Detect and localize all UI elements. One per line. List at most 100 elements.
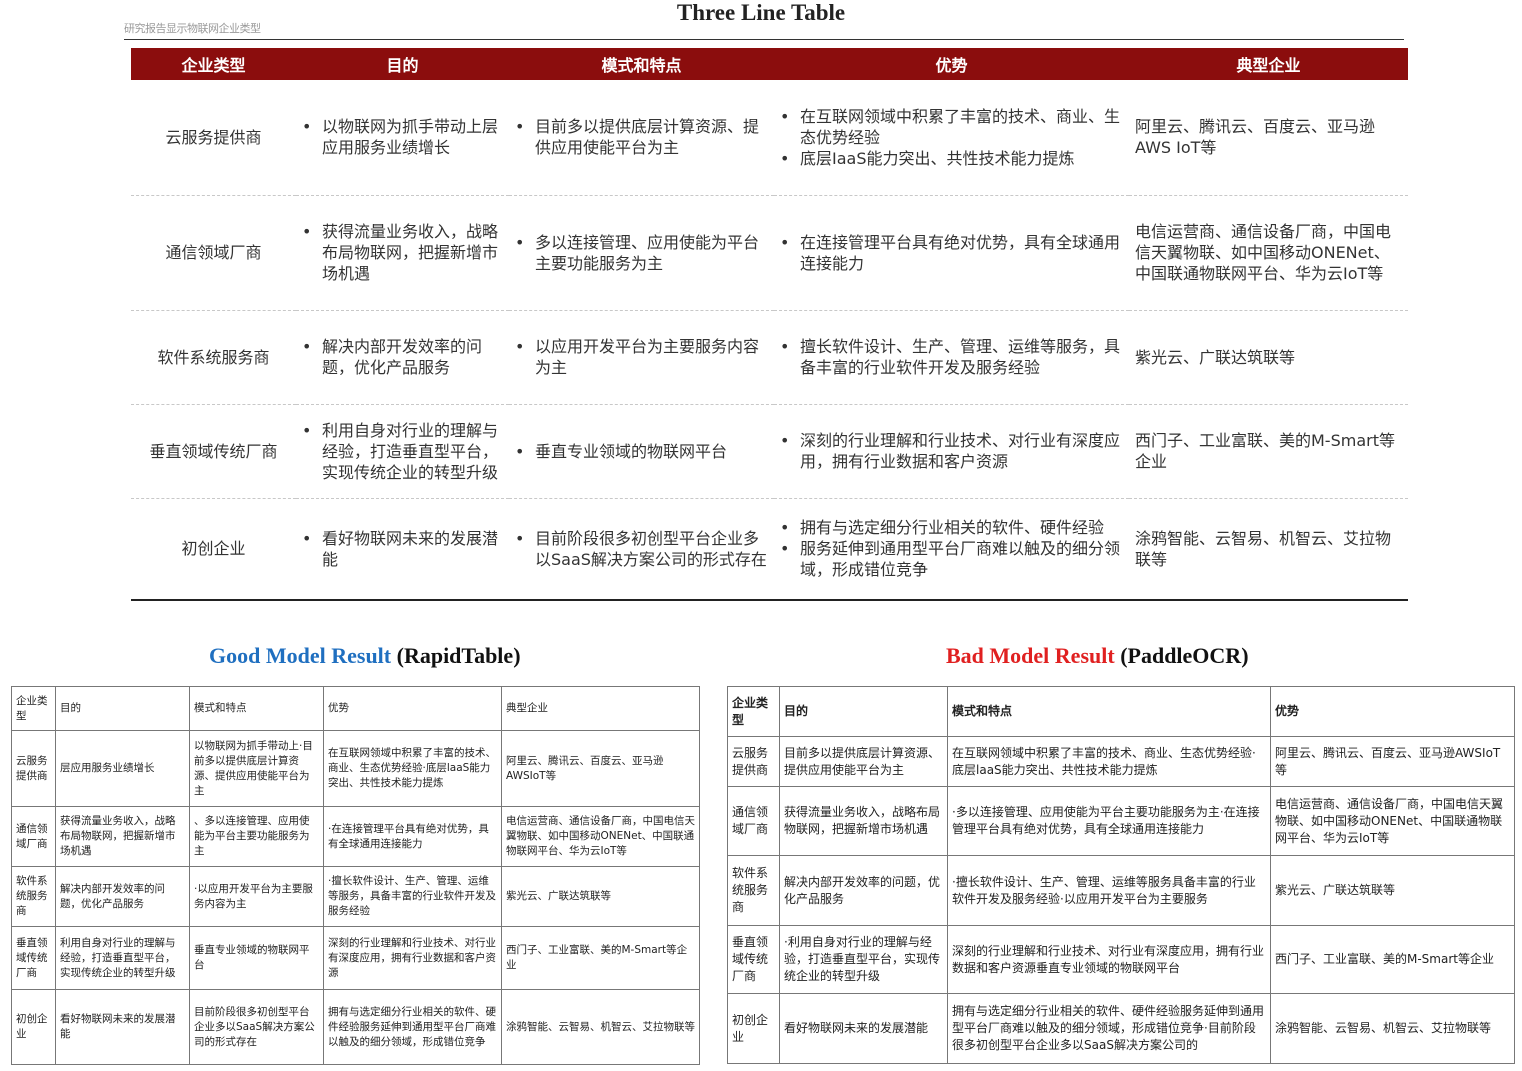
source-caption-cropped: 研究报告显示物联网企业类型 xyxy=(124,22,261,35)
type-cell: 云服务提供商 xyxy=(131,80,296,196)
header-advantage: 优势 xyxy=(774,48,1129,80)
bad-result-label: Bad Model Result xyxy=(946,643,1115,668)
type-cell: 初创企业 xyxy=(131,498,296,601)
table-cell: 西门子、工业富联、美的M-Smart等企业 xyxy=(501,926,700,990)
table-row: 通信领域厂商 获得流量业务收入，战略布局物联网，把握新增市场机遇 、多以连接管理… xyxy=(11,806,700,867)
bad-result-title: Bad Model Result (PaddleOCR) xyxy=(946,643,1249,669)
table-cell: 初创企业 xyxy=(727,993,780,1064)
bullet-item: 擅长软件设计、生产、管理、运维等服务，具备丰富的行业软件开发及服务经验 xyxy=(780,336,1123,378)
source-row-cloud: 云服务提供商 以物联网为抓手带动上层应用服务业绩增长 目前多以提供底层计算资源、… xyxy=(131,80,1408,196)
table-cell: ·以应用开发平台为主要服务内容为主 xyxy=(189,866,324,927)
source-row-startup: 初创企业 看好物联网未来的发展潜能 目前阶段很多初创型平台企业多以SaaS解决方… xyxy=(131,498,1408,601)
purpose-cell: 利用自身对行业的理解与经验，打造垂直型平台，实现传统企业的转型升级 xyxy=(296,404,509,499)
table-header-cell: 目的 xyxy=(779,686,948,737)
source-three-line-table: 企业类型 目的 模式和特点 优势 典型企业 云服务提供商 以物联网为抓手带动上层… xyxy=(131,48,1408,601)
good-result-model: (RapidTable) xyxy=(396,643,521,668)
bullet-item: 看好物联网未来的发展潜能 xyxy=(302,528,503,570)
table-cell: 获得流量业务收入，战略布局物联网，把握新增市场机遇 xyxy=(779,786,948,856)
table-cell: 层应用服务业绩增长 xyxy=(55,730,190,807)
bad-result-table: 企业类型 目的 模式和特点 优势 云服务提供商 目前多以提供底层计算资源、提供应… xyxy=(727,686,1515,1064)
table-header-cell: 模式和特点 xyxy=(947,686,1271,737)
table-row: 软件系统服务商 解决内部开发效率的问题，优化产品服务 ·以应用开发平台为主要服务… xyxy=(11,866,700,927)
table-cell: 阿里云、腾讯云、百度云、亚马逊AWSIoT等 xyxy=(1270,736,1515,787)
bullet-item: 目前阶段很多初创型平台企业多以SaaS解决方案公司的形式存在 xyxy=(515,528,768,570)
companies-cell: 阿里云、腾讯云、百度云、亚马逊AWS IoT等 xyxy=(1129,80,1408,196)
source-row-vertical: 垂直领域传统厂商 利用自身对行业的理解与经验，打造垂直型平台，实现传统企业的转型… xyxy=(131,404,1408,499)
table-row: 初创企业 看好物联网未来的发展潜能 拥有与选定细分行业相关的软件、硬件经验服务延… xyxy=(727,993,1515,1064)
mode-cell: 目前多以提供底层计算资源、提供应用使能平台为主 xyxy=(509,80,774,196)
table-cell: 深刻的行业理解和行业技术、对行业有深度应用，拥有行业数据和客户资源垂直专业领域的… xyxy=(947,925,1271,994)
table-cell: 初创企业 xyxy=(11,989,56,1065)
header-typical-companies: 典型企业 xyxy=(1129,48,1408,80)
bullet-item: 底层IaaS能力突出、共性技术能力提炼 xyxy=(780,148,1123,169)
type-cell: 通信领域厂商 xyxy=(131,195,296,311)
table-row: 通信领域厂商 获得流量业务收入，战略布局物联网，把握新增市场机遇 ·多以连接管理… xyxy=(727,786,1515,856)
purpose-cell: 获得流量业务收入，战略布局物联网，把握新增市场机遇 xyxy=(296,195,509,311)
table-cell: 在互联网领域中积累了丰富的技术、商业、生态优势经验·底层laaS能力突出、共性技… xyxy=(947,736,1271,787)
table-cell: 软件系统服务商 xyxy=(11,866,56,927)
bullet-item: 目前多以提供底层计算资源、提供应用使能平台为主 xyxy=(515,116,768,158)
type-cell: 垂直领域传统厂商 xyxy=(131,404,296,499)
bullet-item: 在连接管理平台具有绝对优势，具有全球通用连接能力 xyxy=(780,232,1123,274)
table-cell: 电信运营商、通信设备厂商，中国电信天翼物联、如中国移动ONENet、中国联通物联… xyxy=(501,806,700,867)
table-cell: 垂直专业领域的物联网平台 xyxy=(189,926,324,990)
bullet-item: 利用自身对行业的理解与经验，打造垂直型平台，实现传统企业的转型升级 xyxy=(302,420,503,483)
table-cell: ·多以连接管理、应用使能为平台主要功能服务为主·在连接管理平台具有绝对优势，具有… xyxy=(947,786,1271,856)
bullet-item: 深刻的行业理解和行业技术、对行业有深度应用，拥有行业数据和客户资源 xyxy=(780,430,1123,472)
companies-cell: 涂鸦智能、云智易、机智云、艾拉物联等 xyxy=(1129,498,1408,601)
advantage-cell: 在互联网领域中积累了丰富的技术、商业、生态优势经验底层IaaS能力突出、共性技术… xyxy=(774,80,1129,196)
bullet-item: 垂直专业领域的物联网平台 xyxy=(515,441,768,462)
table-cell: 看好物联网未来的发展潜能 xyxy=(55,989,190,1065)
table-row: 云服务提供商 目前多以提供底层计算资源、提供应用使能平台为主 在互联网领域中积累… xyxy=(727,736,1515,787)
table-cell: 模式和特点 xyxy=(189,686,324,731)
header-purpose: 目的 xyxy=(296,48,509,80)
table-cell: ·利用自身对行业的理解与经验，打造垂直型平台，实现传统企业的转型升级 xyxy=(779,925,948,994)
bullet-item: 拥有与选定细分行业相关的软件、硬件经验 xyxy=(780,517,1123,538)
bullet-item: 在互联网领域中积累了丰富的技术、商业、生态优势经验 xyxy=(780,106,1123,148)
advantage-cell: 在连接管理平台具有绝对优势，具有全球通用连接能力 xyxy=(774,195,1129,311)
table-cell: 以物联网为抓手带动上·目前多以提供底层计算资源、提供应用使能平台为主 xyxy=(189,730,324,807)
table-cell: 解决内部开发效率的问题，优化产品服务 xyxy=(779,855,948,926)
mode-cell: 多以连接管理、应用使能为平台主要功能服务为主 xyxy=(509,195,774,311)
mode-cell: 目前阶段很多初创型平台企业多以SaaS解决方案公司的形式存在 xyxy=(509,498,774,601)
table-cell: 紫光云、广联达筑联等 xyxy=(1270,855,1515,926)
type-cell: 软件系统服务商 xyxy=(131,310,296,405)
bullet-item: 获得流量业务收入，战略布局物联网，把握新增市场机遇 xyxy=(302,221,503,284)
source-row-telecom: 通信领域厂商 获得流量业务收入，战略布局物联网，把握新增市场机遇 多以连接管理、… xyxy=(131,195,1408,311)
table-cell: 目前多以提供底层计算资源、提供应用使能平台为主 xyxy=(779,736,948,787)
purpose-cell: 看好物联网未来的发展潜能 xyxy=(296,498,509,601)
table-cell: 垂直领域传统厂商 xyxy=(11,926,56,990)
table-row: 云服务提供商 层应用服务业绩增长 以物联网为抓手带动上·目前多以提供底层计算资源… xyxy=(11,730,700,807)
mode-cell: 以应用开发平台为主要服务内容为主 xyxy=(509,310,774,405)
table-cell: 通信领域厂商 xyxy=(11,806,56,867)
source-header-row: 企业类型 目的 模式和特点 优势 典型企业 xyxy=(131,48,1408,80)
table-cell: 涂鸦智能、云智易、机智云、艾拉物联等 xyxy=(501,989,700,1065)
table-row: 初创企业 看好物联网未来的发展潜能 目前阶段很多初创型平台企业多以SaaS解决方… xyxy=(11,989,700,1065)
table-row: 垂直领域传统厂商 ·利用自身对行业的理解与经验，打造垂直型平台，实现传统企业的转… xyxy=(727,925,1515,994)
table-row: 软件系统服务商 解决内部开发效率的问题，优化产品服务 ·擅长软件设计、生产、管理… xyxy=(727,855,1515,926)
table-cell: 获得流量业务收入，战略布局物联网，把握新增市场机遇 xyxy=(55,806,190,867)
purpose-cell: 以物联网为抓手带动上层应用服务业绩增长 xyxy=(296,80,509,196)
table-cell: ·擅长软件设计、生产、管理、运维等服务具备丰富的行业软件开发及服务经验·以应用开… xyxy=(947,855,1271,926)
good-result-table: 企业类型 目的 模式和特点 优势 典型企业 云服务提供商 层应用服务业绩增长 以… xyxy=(11,686,700,1065)
table-cell: 拥有与选定细分行业相关的软件、硬件经验服务延伸到通用型平台厂商难以触及的细分领域… xyxy=(947,993,1271,1064)
table-cell: 在互联网领域中积累了丰富的技术、商业、生态优势经验·底层laaS能力突出、共性技… xyxy=(323,730,502,807)
table-cell: 通信领域厂商 xyxy=(727,786,780,856)
table-header-cell: 优势 xyxy=(1270,686,1515,737)
good-result-title: Good Model Result (RapidTable) xyxy=(209,643,521,669)
advantage-cell: 拥有与选定细分行业相关的软件、硬件经验服务延伸到通用型平台厂商难以触及的细分领域… xyxy=(774,498,1129,601)
table-cell: 拥有与选定细分行业相关的软件、硬件经验服务延伸到通用型平台厂商难以触及的细分领域… xyxy=(323,989,502,1065)
table-cell: 深刻的行业理解和行业技术、对行业有深度应用，拥有行业数据和客户资源 xyxy=(323,926,502,990)
table-cell: 电信运营商、通信设备厂商，中国电信天翼物联、如中国移动ONENet、中国联通物联… xyxy=(1270,786,1515,856)
table-cell: 西门子、工业富联、美的M-Smart等企业 xyxy=(1270,925,1515,994)
purpose-cell: 解决内部开发效率的问题，优化产品服务 xyxy=(296,310,509,405)
table-cell: 目的 xyxy=(55,686,190,731)
source-row-software: 软件系统服务商 解决内部开发效率的问题，优化产品服务 以应用开发平台为主要服务内… xyxy=(131,310,1408,405)
companies-cell: 紫光云、广联达筑联等 xyxy=(1129,310,1408,405)
table-cell: ·擅长软件设计、生产、管理、运维等服务，具备丰富的行业软件开发及服务经验 xyxy=(323,866,502,927)
mode-cell: 垂直专业领域的物联网平台 xyxy=(509,404,774,499)
table-cell: 典型企业 xyxy=(501,686,700,731)
good-header-row: 企业类型 目的 模式和特点 优势 典型企业 xyxy=(11,686,700,731)
table-cell: 涂鸦智能、云智易、机智云、艾拉物联等 xyxy=(1270,993,1515,1064)
table-cell: 云服务提供商 xyxy=(727,736,780,787)
